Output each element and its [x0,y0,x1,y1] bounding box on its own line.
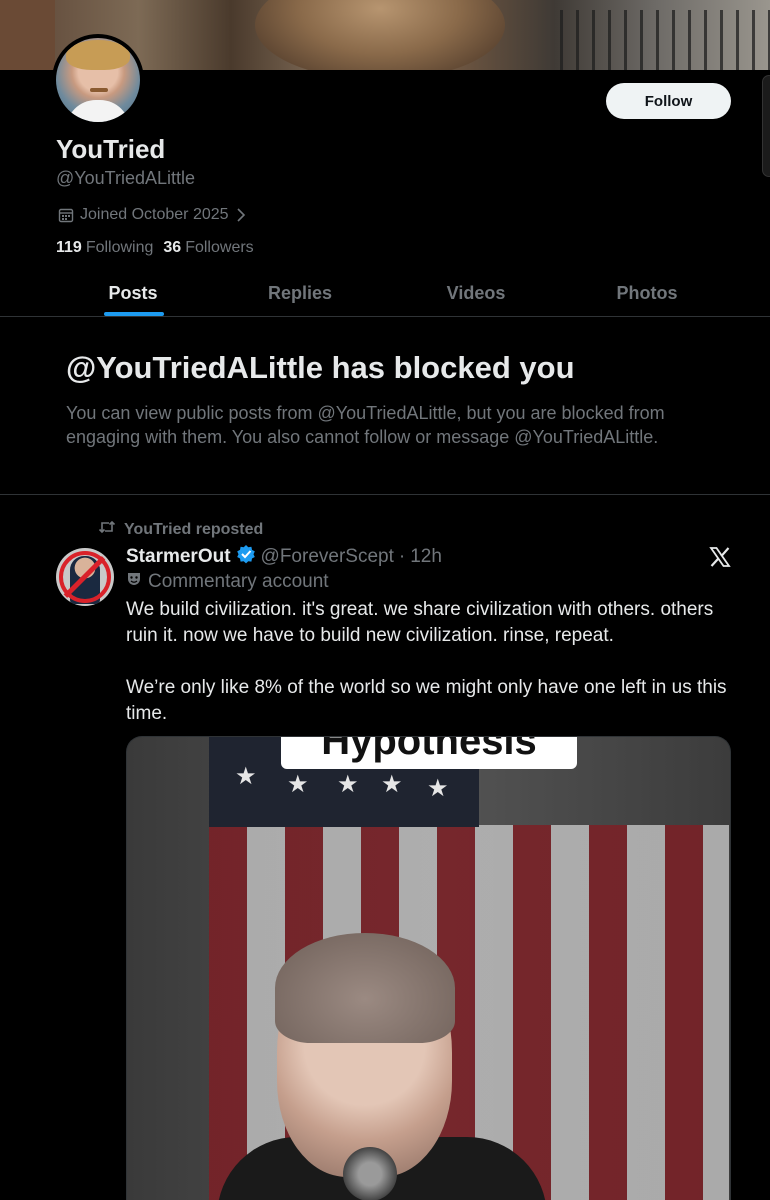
banner-railing [560,10,770,70]
verified-badge-icon [236,544,256,570]
profile-tabs: Posts Replies Videos Photos [0,270,770,317]
star-icon: ★ [287,771,309,798]
profile-avatar[interactable] [52,34,144,126]
post-media-video[interactable]: ★ ★ ★ ★ ★ Hypothesis [126,736,731,1200]
post-paragraph: We build civilization. it's great. we sh… [126,599,714,646]
following-link[interactable]: 119 Following [56,239,153,257]
post-header: StarmerOut @ForeverScept · 12h [126,544,442,570]
post-author-avatar[interactable] [56,548,114,606]
theater-masks-icon [126,571,142,593]
video-caption: Hypothesis [281,737,577,769]
post-separator: · [398,546,406,567]
commentary-label[interactable]: Commentary account [126,571,329,593]
repost-label: YouTried reposted [124,520,264,538]
repost-indicator[interactable]: YouTried reposted [98,519,263,540]
calendar-icon [58,207,74,223]
commentary-text: Commentary account [148,571,329,592]
joined-text: Joined October 2025 [80,206,229,223]
follow-counts: 119 Following 36 Followers [56,239,254,257]
tab-posts[interactable]: Posts [48,270,218,316]
tab-videos[interactable]: Videos [391,270,561,316]
post-time[interactable]: 12h [410,546,442,568]
microphone [343,1147,397,1200]
blocked-description: You can view public posts from @YouTried… [66,403,665,447]
banner-wood-post [0,0,55,70]
post-body: We build civilization. it's great. we sh… [126,597,741,727]
active-tab-indicator [104,312,164,316]
followers-link[interactable]: 36 Followers [163,239,253,257]
profile-handle: @YouTriedALittle [56,168,196,188]
x-logo-icon[interactable] [708,545,732,569]
follow-button[interactable]: Follow [606,83,731,119]
star-icon: ★ [337,771,359,798]
star-icon: ★ [381,771,403,798]
divider [0,494,770,495]
avatar-photo [56,38,140,122]
repost-icon [98,519,116,540]
star-icon: ★ [427,775,449,802]
side-panel-edge [762,75,770,177]
post-author-handle[interactable]: @ForeverScept [261,546,394,568]
blocked-title: @YouTriedALittle has blocked you [66,350,575,385]
banner-animal [255,0,505,70]
tab-photos[interactable]: Photos [562,270,732,316]
post-paragraph: We’re only like 8% of the world so we mi… [126,677,727,724]
tab-replies[interactable]: Replies [215,270,385,316]
chevron-right-icon [235,207,247,223]
star-icon: ★ [235,763,257,790]
profile-display-name: YouTried [56,134,166,164]
post-author-name[interactable]: StarmerOut [126,546,231,568]
joined-date[interactable]: Joined October 2025 [58,206,247,224]
